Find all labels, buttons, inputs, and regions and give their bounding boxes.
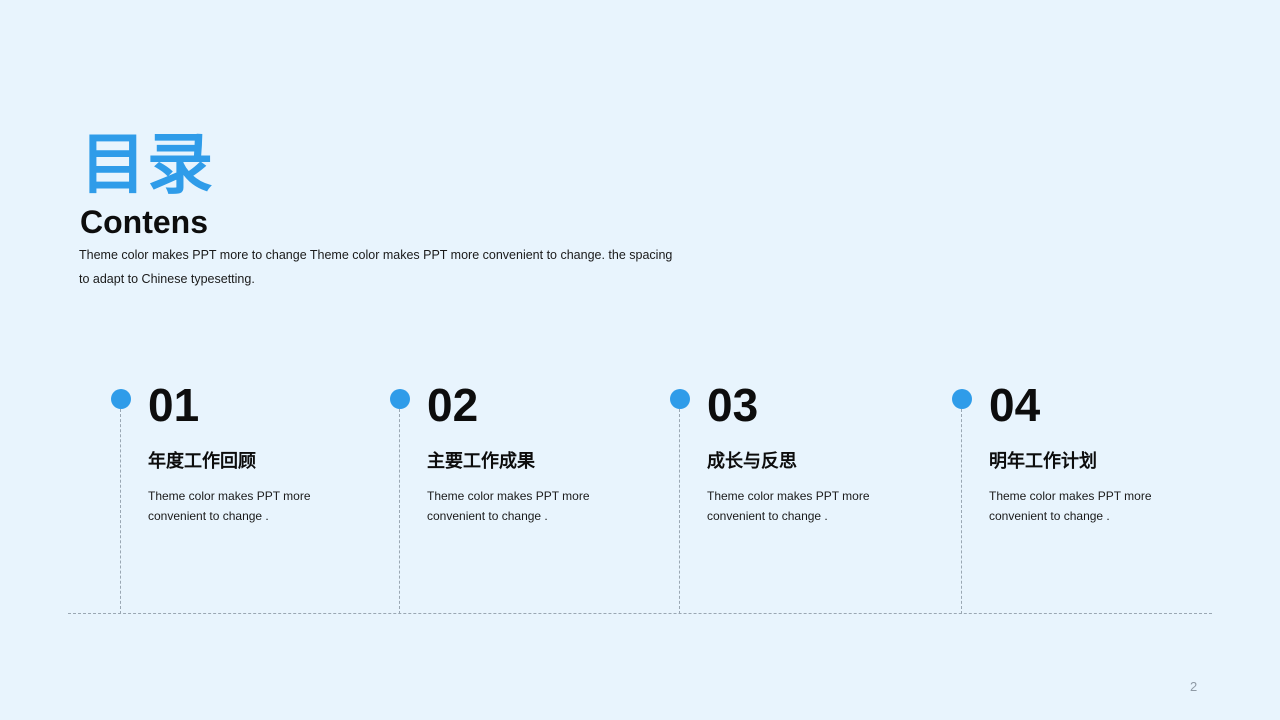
page-number: 2 <box>1190 679 1198 694</box>
timeline-connector <box>961 409 962 614</box>
item-heading: 年度工作回顾 <box>148 451 256 472</box>
item-description: Theme color makes PPT more convenient to… <box>148 489 311 523</box>
toc-item-03: 03 成长与反思 Theme color makes PPT more conv… <box>670 379 941 614</box>
timeline-connector <box>679 409 680 614</box>
title-chinese: 目录 <box>80 126 214 203</box>
timeline-connector <box>120 409 121 614</box>
item-number: 03 <box>707 379 759 431</box>
timeline-dot-icon <box>111 389 131 409</box>
toc-item-04: 04 明年工作计划 Theme color makes PPT more con… <box>952 379 1223 614</box>
intro-text: Theme color makes PPT more to change The… <box>79 248 673 286</box>
title-english: Contens <box>80 204 208 240</box>
timeline-dot-icon <box>670 389 690 409</box>
toc-item-02: 02 主要工作成果 Theme color makes PPT more con… <box>390 379 661 614</box>
timeline-dot-icon <box>952 389 972 409</box>
item-number: 01 <box>148 379 200 431</box>
timeline-connector <box>399 409 400 614</box>
item-heading: 明年工作计划 <box>989 451 1097 472</box>
toc-item-01: 01 年度工作回顾 Theme color makes PPT more con… <box>111 379 382 614</box>
item-description: Theme color makes PPT more convenient to… <box>707 489 870 523</box>
item-heading: 主要工作成果 <box>427 451 535 472</box>
timeline-dot-icon <box>390 389 410 409</box>
item-description: Theme color makes PPT more convenient to… <box>989 489 1152 523</box>
slide: 目录 Contens Theme color makes PPT more to… <box>0 0 1280 720</box>
item-heading: 成长与反思 <box>707 451 797 472</box>
item-number: 02 <box>427 379 479 431</box>
item-number: 04 <box>989 379 1041 431</box>
item-description: Theme color makes PPT more convenient to… <box>427 489 590 523</box>
